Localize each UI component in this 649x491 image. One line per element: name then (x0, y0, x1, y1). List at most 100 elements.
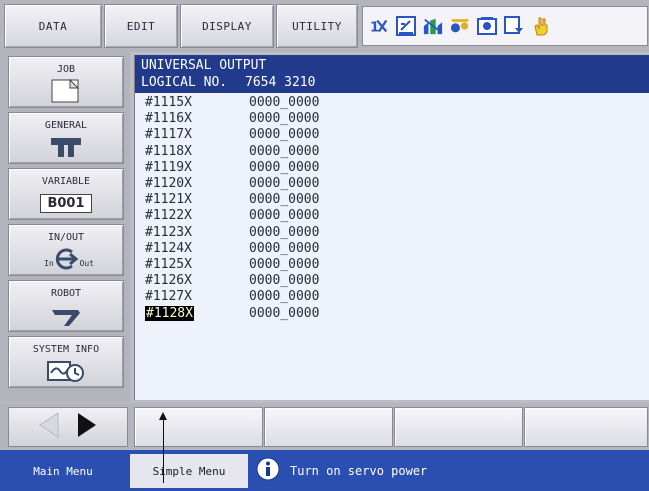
hand-icon (531, 16, 551, 36)
left-menu-label: IN/OUT (47, 232, 85, 243)
menu-edit[interactable]: EDIT (104, 4, 178, 48)
signal-number-selected: #1128X (145, 305, 249, 322)
signal-value: 0000_0000 (249, 224, 320, 240)
bit-header: 7654 3210 (245, 75, 316, 90)
left-menu-label: JOB (56, 64, 76, 75)
softkey-2[interactable] (264, 407, 393, 447)
signal-number-text: #1123X (145, 224, 192, 240)
signal-value: 0000_0000 (249, 289, 320, 305)
io-row[interactable]: #1115X 0000_0000 (145, 95, 319, 111)
signal-number-text: #1120X (145, 176, 192, 191)
signal-number-text: #1116X (145, 111, 192, 127)
variable-icon-text: B001 (40, 193, 92, 213)
main-menu-button[interactable]: Main Menu (4, 454, 122, 488)
softkey-3[interactable] (394, 407, 523, 447)
io-row[interactable]: #1122X 0000_0000 (145, 208, 319, 224)
arrow-right-icon[interactable] (72, 410, 102, 444)
signal-number: #1124X (145, 241, 249, 257)
signal-value: 0000_0000 (249, 192, 320, 208)
panel-header: UNIVERSAL OUTPUT LOGICAL NO. 7654 3210 (135, 55, 649, 93)
robot-icon (49, 303, 83, 327)
cycle-icon: 1 (369, 16, 389, 36)
signal-number: #1122X (145, 208, 249, 224)
io-row[interactable]: #1121X 0000_0000 (145, 192, 319, 208)
io-row[interactable]: #1120X 0000_0000 (145, 176, 319, 192)
signal-value: 0000_0000 (249, 159, 320, 175)
io-row[interactable]: #1118X 0000_0000 (145, 144, 319, 160)
menu-data[interactable]: DATA (4, 4, 102, 48)
io-row[interactable]: #1125X 0000_0000 (145, 257, 319, 273)
job-doc-icon (50, 79, 82, 103)
left-menu-general[interactable]: GENERAL (8, 112, 124, 164)
menu-utility[interactable]: UTILITY (276, 4, 358, 48)
page-arrows (8, 407, 128, 447)
status-icons-area: 1 (362, 6, 648, 46)
left-menu-variable[interactable]: VARIABLE B001 (8, 168, 124, 220)
signal-value: 0000_0000 (249, 208, 320, 224)
signal-number-text: #1118X (145, 143, 192, 159)
signal-number: #1120X (145, 176, 249, 192)
signal-number: #1127X (145, 289, 249, 305)
left-menu-system-info[interactable]: SYSTEM INFO (8, 336, 124, 388)
info-icon (256, 457, 280, 484)
signal-number: #1117X (145, 127, 249, 143)
servo-icon (450, 16, 470, 36)
out-label: Out (79, 259, 94, 268)
simple-menu-button[interactable]: Simple Menu (130, 454, 248, 488)
signal-number-text: #1127X (145, 289, 192, 305)
signal-number: #1126X (145, 273, 249, 289)
io-row[interactable]: #1123X 0000_0000 (145, 225, 319, 241)
signal-number: #1119X (145, 160, 249, 176)
io-row[interactable]: #1128X 0000_0000 (145, 305, 320, 322)
memory-icon (477, 16, 497, 36)
signal-value: 0000_0000 (249, 95, 320, 110)
signal-value: 0000_0000 (249, 257, 320, 272)
io-row[interactable]: #1126X 0000_0000 (145, 273, 319, 289)
signal-value: 0000_0000 (249, 240, 320, 256)
left-menu-label: ROBOT (50, 288, 82, 299)
signal-number-text: #1121X (145, 192, 192, 208)
menu-display[interactable]: DISPLAY (180, 4, 274, 48)
io-row[interactable]: #1127X 0000_0000 (145, 289, 319, 305)
signal-value: 0000_0000 (249, 305, 320, 321)
tool-icon (49, 135, 83, 159)
signal-value: 0000_0000 (249, 127, 320, 143)
signal-number-text: #1128X (145, 305, 194, 321)
signal-number: #1115X (145, 95, 249, 111)
signal-number: #1125X (145, 257, 249, 273)
signal-number-text: #1122X (145, 208, 192, 224)
left-menu: JOB GENERAL VARIABLE B001 IN/OUT In Out … (0, 52, 130, 402)
signal-number-text: #1115X (145, 95, 192, 110)
signal-number: #1116X (145, 111, 249, 127)
left-menu-robot[interactable]: ROBOT (8, 280, 124, 332)
top-menu-bar: DATA EDIT DISPLAY UTILITY 1 (0, 0, 649, 52)
left-menu-label: SYSTEM INFO (32, 344, 100, 355)
softkey-1[interactable] (134, 407, 263, 447)
signal-number-text: #1126X (145, 273, 192, 289)
left-menu-label: GENERAL (44, 120, 88, 131)
status-bar: Main Menu Simple Menu Turn on servo powe… (0, 450, 649, 491)
in-out-icon: In Out (36, 247, 96, 271)
pointer-cursor-icon (159, 412, 167, 420)
signal-number: #1118X (145, 144, 249, 160)
panel-title: UNIVERSAL OUTPUT (141, 58, 267, 73)
signal-number-text: #1125X (145, 257, 192, 272)
io-row[interactable]: #1119X 0000_0000 (145, 160, 319, 176)
left-menu-job[interactable]: JOB (8, 56, 124, 108)
signal-value: 0000_0000 (249, 111, 320, 127)
signal-number: #1123X (145, 225, 249, 241)
signal-value: 0000_0000 (249, 176, 320, 191)
io-row[interactable]: #1116X 0000_0000 (145, 111, 319, 127)
io-row[interactable]: #1124X 0000_0000 (145, 241, 319, 257)
status-message: Turn on servo power (290, 463, 428, 478)
left-menu-in-out[interactable]: IN/OUT In Out (8, 224, 124, 276)
arrow-left-icon[interactable] (34, 410, 64, 444)
softkey-bar (0, 403, 649, 449)
signal-number-text: #1119X (145, 159, 192, 175)
io-row[interactable]: #1117X 0000_0000 (145, 127, 319, 143)
softkey-4[interactable] (524, 407, 648, 447)
signal-value: 0000_0000 (249, 143, 320, 159)
io-monitor-icon (504, 16, 524, 36)
signal-value: 0000_0000 (249, 273, 320, 289)
left-menu-label: VARIABLE (41, 176, 91, 187)
